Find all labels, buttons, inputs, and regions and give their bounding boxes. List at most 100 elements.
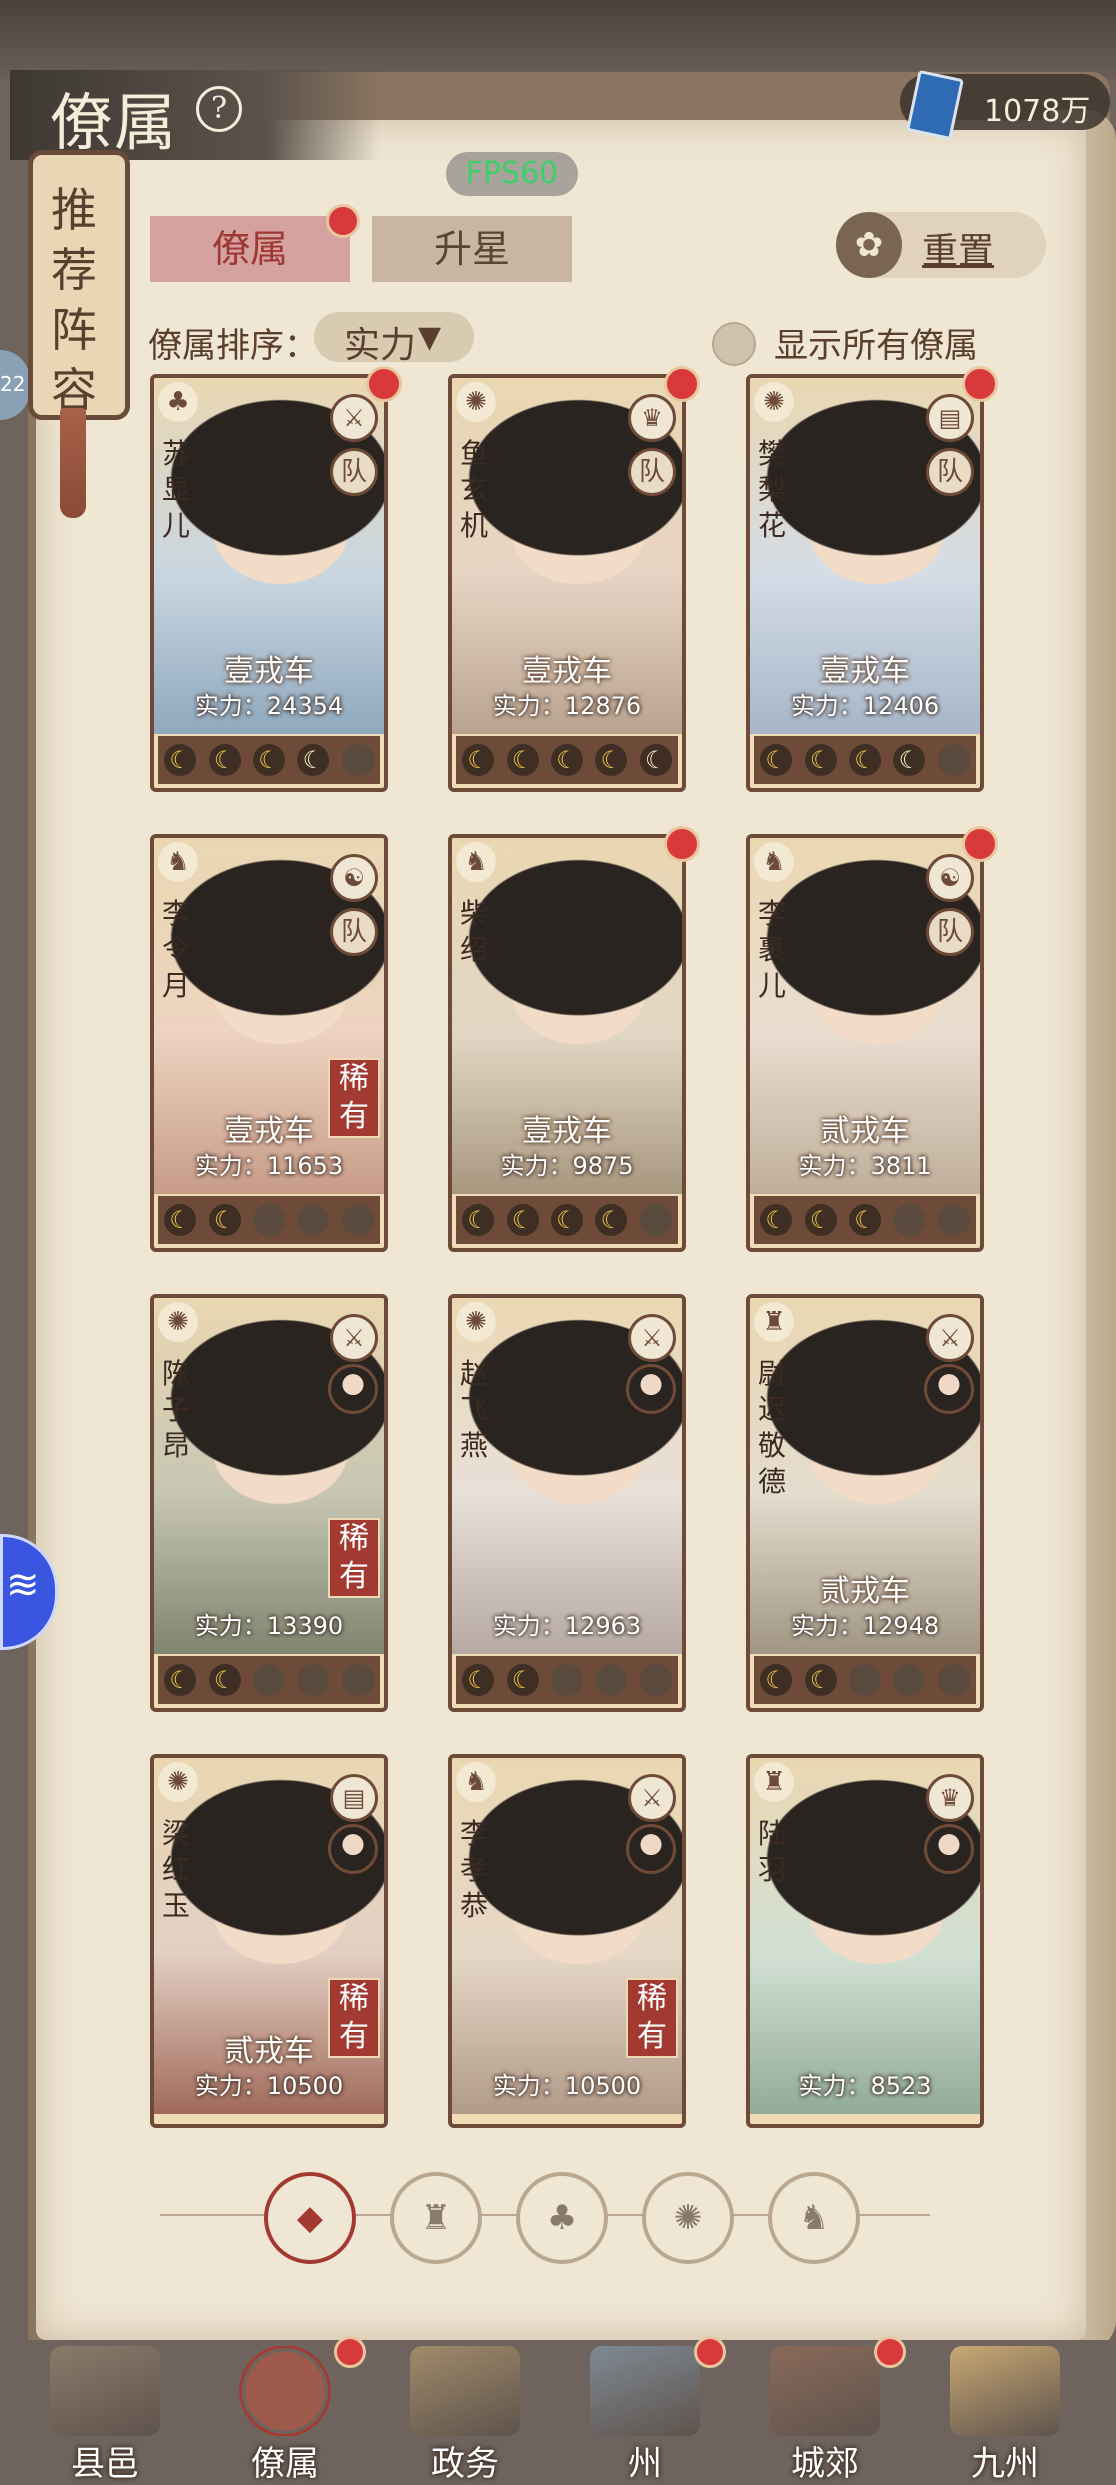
empty-slot-icon xyxy=(252,1204,285,1236)
character-name: 梁红玉 xyxy=(161,1817,190,1922)
lion-icon: ♞ xyxy=(754,842,794,882)
left-edge-badge-label: 22 xyxy=(0,372,26,396)
assigned-avatar xyxy=(924,1824,974,1874)
reset-icon: ✿ xyxy=(836,212,902,278)
nav-item[interactable]: 县邑 xyxy=(30,2340,180,2484)
sort-label: 僚属排序： xyxy=(148,326,318,366)
lion-icon: ♞ xyxy=(158,842,198,882)
subordinate-card[interactable]: ♞ 柴绍 壹戎车 实力：9875 ☾ ☾ ☾ ☾ xyxy=(448,834,686,1252)
power-value: 实力：12406 xyxy=(790,692,940,720)
empty-slot-icon xyxy=(252,1664,285,1696)
yinyang-icon: ☯ xyxy=(926,854,974,902)
sword-icon: ⚔ xyxy=(628,1774,676,1822)
filter-bell-icon[interactable]: ♜ xyxy=(390,2172,482,2264)
notification-dot xyxy=(874,2336,906,2368)
nav-illustration xyxy=(950,2346,1060,2436)
page-title: 僚属 xyxy=(50,86,179,159)
subordinate-card[interactable]: ♞ ☯ 队李裹儿 贰戎车 实力：3811 ☾ ☾ ☾ xyxy=(746,834,984,1252)
empty-slot-icon xyxy=(893,1664,926,1696)
subordinate-card[interactable]: ♣ ⚔ 队 苏显儿 壹戎车 实力：24354 ☾ ☾ ☾ ☾ xyxy=(150,374,388,792)
power-value: 实力：10500 xyxy=(492,2072,642,2100)
nav-item[interactable]: 政务 xyxy=(390,2340,540,2484)
team-badge: 队 xyxy=(330,908,378,956)
gourd-icon: ♣ xyxy=(158,382,198,422)
empty-slot-icon xyxy=(297,1204,330,1236)
crescent-moon-icon: ☾ xyxy=(506,1664,539,1696)
crescent-moon-icon: ☾ xyxy=(595,744,628,776)
nav-label: 九州 xyxy=(971,2444,1039,2484)
notification-dot xyxy=(366,366,402,402)
power-value: 实力：8523 xyxy=(798,2072,932,2100)
character-name: 李孝恭 xyxy=(459,1817,488,1922)
tab-upgrade-star[interactable]: 升星 xyxy=(372,216,572,282)
star-level-row: ☾ ☾ ☾ ☾ xyxy=(158,736,380,784)
rank-label: 壹戎车 xyxy=(820,654,910,689)
crescent-moon-icon: ☾ xyxy=(639,744,672,776)
currency-value: 1078万 xyxy=(984,94,1091,129)
character-name: 陈子昂 xyxy=(161,1357,190,1462)
star-level-row: ☾ ☾ ☾ ☾ xyxy=(456,1196,678,1244)
subordinate-card[interactable]: ♞ ⚔ 李孝恭 稀有 实力：10500 xyxy=(448,1754,686,2128)
top-bar xyxy=(0,0,1116,80)
empty-slot-icon xyxy=(341,1204,374,1236)
star-level-row: ☾ ☾ ☾ xyxy=(754,1196,976,1244)
filter-gourd-icon[interactable]: ♣ xyxy=(516,2172,608,2264)
notification-dot xyxy=(664,366,700,402)
filter-lion-icon[interactable]: ♞ xyxy=(768,2172,860,2264)
subordinate-card[interactable]: ✺ ⚔ 赵飞燕 实力：12963 ☾ ☾ xyxy=(448,1294,686,1712)
fan-icon: ✺ xyxy=(158,1762,198,1802)
empty-slot-icon xyxy=(937,744,970,776)
rank-label: 贰戎车 xyxy=(224,2034,314,2069)
rank-label: 壹戎车 xyxy=(224,1114,314,1149)
team-badge: 队 xyxy=(330,448,378,496)
tab-subordinates[interactable]: 僚属 xyxy=(150,216,350,282)
bell-icon: ♜ xyxy=(754,1762,794,1802)
subordinate-card[interactable]: ✺ ⚔ 陈子昂 稀有 实力：13390 ☾ ☾ xyxy=(150,1294,388,1712)
subordinate-card[interactable]: ✺ ♛ 队 鱼玄机 壹戎车 实力：12876 ☾ ☾ ☾ ☾ ☾ xyxy=(448,374,686,792)
star-level-row: ☾ ☾ xyxy=(456,1656,678,1704)
crescent-moon-icon: ☾ xyxy=(208,1664,241,1696)
empty-slot-icon xyxy=(550,1664,583,1696)
tassel-decoration xyxy=(60,408,86,518)
crescent-moon-icon: ☾ xyxy=(208,1204,241,1236)
crescent-moon-icon: ☾ xyxy=(804,1204,837,1236)
crescent-moon-icon: ☾ xyxy=(462,1204,495,1236)
show-all-checkbox[interactable] xyxy=(712,322,756,366)
empty-slot-icon xyxy=(595,1664,628,1696)
assigned-avatar xyxy=(924,1364,974,1414)
crescent-moon-icon: ☾ xyxy=(550,1204,583,1236)
nav-item[interactable]: 九州 xyxy=(930,2340,1080,2484)
empty-slot-icon xyxy=(937,1204,970,1236)
crescent-moon-icon: ☾ xyxy=(595,1204,628,1236)
nav-illustration xyxy=(230,2346,340,2436)
subordinate-card[interactable]: ♜ ⚔ 尉迟敬德 贰戎车 实力：12948 ☾ ☾ xyxy=(746,1294,984,1712)
empty-slot-icon xyxy=(297,1664,330,1696)
star-level-row: ☾ ☾ xyxy=(158,1196,380,1244)
crescent-moon-icon: ☾ xyxy=(164,1664,197,1696)
filter-all-icon[interactable]: ◆ xyxy=(264,2172,356,2264)
crescent-moon-icon: ☾ xyxy=(893,744,926,776)
subordinate-card[interactable]: ✺ ▤ 队 樊梨花 壹戎车 实力：12406 ☾ ☾ ☾ ☾ xyxy=(746,374,984,792)
sword-icon: ⚔ xyxy=(330,1314,378,1362)
rarity-badge: 稀有 xyxy=(328,1518,380,1598)
hat-icon: ♛ xyxy=(628,394,676,442)
subordinate-card[interactable]: ♜ ♛ 陆羽 实力：8523 xyxy=(746,1754,984,2128)
empty-slot-icon xyxy=(893,1204,926,1236)
power-value: 实力：12963 xyxy=(492,1612,642,1640)
reset-label: 重置 xyxy=(922,231,995,272)
character-name: 李令月 xyxy=(161,897,190,1002)
crescent-moon-icon: ☾ xyxy=(506,744,539,776)
crescent-moon-icon: ☾ xyxy=(297,744,330,776)
crescent-moon-icon: ☾ xyxy=(252,744,285,776)
power-value: 实力：12876 xyxy=(492,692,642,720)
assistant-icon: ≋ xyxy=(6,1562,40,1608)
caret-down-icon: ▼ xyxy=(418,320,442,355)
character-name: 陆羽 xyxy=(757,1817,786,1886)
subordinate-card[interactable]: ✺ ▤ 梁红玉 稀有 贰戎车 实力：10500 xyxy=(150,1754,388,2128)
rank-label: 贰戎车 xyxy=(820,1114,910,1149)
question-icon[interactable]: ? xyxy=(196,86,242,132)
filter-fan-icon[interactable]: ✺ xyxy=(642,2172,734,2264)
subordinate-card[interactable]: ♞ ☯ 队李令月 稀有 壹戎车 实力：11653 ☾ ☾ xyxy=(150,834,388,1252)
notification-dot xyxy=(334,2336,366,2368)
crescent-moon-icon: ☾ xyxy=(506,1204,539,1236)
